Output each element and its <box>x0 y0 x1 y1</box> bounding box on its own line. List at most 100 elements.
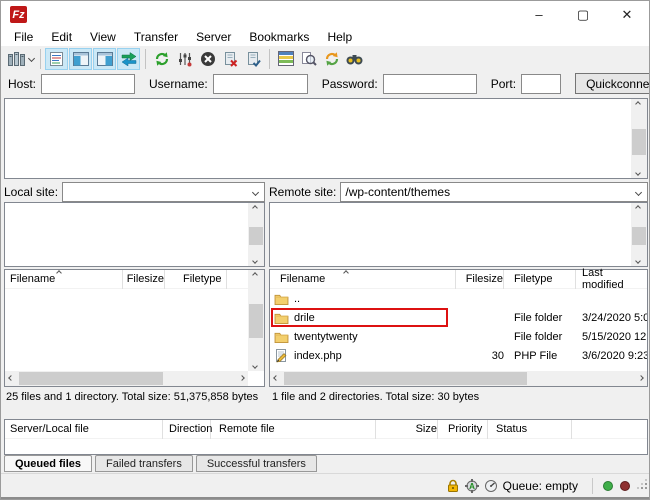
remote-file-row[interactable]: twentytwenty File folder 5/15/2020 12: <box>270 327 647 346</box>
scroll-right-icon[interactable] <box>239 375 245 381</box>
find-files-icon[interactable] <box>343 48 366 70</box>
tab-successful-transfers[interactable]: Successful transfers <box>196 455 317 472</box>
menu-transfer[interactable]: Transfer <box>125 28 187 46</box>
column-header-filetype[interactable]: Filetype <box>165 270 227 289</box>
statusbar-separator <box>592 478 593 494</box>
remote-site-label: Remote site: <box>269 185 336 199</box>
remote-site-combobox[interactable]: /wp-content/themes <box>340 182 648 202</box>
toggle-local-tree-icon[interactable] <box>69 48 92 70</box>
tab-failed-transfers[interactable]: Failed transfers <box>95 455 193 472</box>
resize-grip[interactable] <box>637 479 648 493</box>
scrollbar-thumb[interactable] <box>249 304 263 338</box>
quickconnect-bar: Host: Username: Password: Port: Quickcon… <box>1 71 649 96</box>
toolbar <box>1 46 649 71</box>
filter-icon[interactable] <box>274 48 297 70</box>
column-header-direction[interactable]: Direction <box>163 420 211 439</box>
minimize-button[interactable]: – <box>517 1 561 28</box>
remote-file-row-drile[interactable]: drile File folder 3/24/2020 5:0 <box>270 308 647 327</box>
folder-icon <box>274 331 289 343</box>
remote-file-list-pane[interactable]: Filename Filesize Filetype Last modified… <box>269 269 648 387</box>
column-header-last-modified[interactable]: Last modified <box>576 270 647 289</box>
menu-edit[interactable]: Edit <box>42 28 81 46</box>
directory-comparison-icon[interactable] <box>320 48 343 70</box>
quickconnect-button[interactable]: Quickconnect <box>575 73 650 94</box>
refresh-icon[interactable] <box>150 48 173 70</box>
chevron-down-icon[interactable] <box>635 189 642 196</box>
local-site-row: Local site: <box>4 182 265 202</box>
scrollbar-thumb[interactable] <box>19 372 163 385</box>
menu-view[interactable]: View <box>81 28 125 46</box>
menu-server[interactable]: Server <box>187 28 240 46</box>
transfer-mode-gear-icon[interactable]: A <box>465 479 479 493</box>
menu-bookmarks[interactable]: Bookmarks <box>240 28 318 46</box>
close-button[interactable]: ✕ <box>605 1 649 28</box>
remote-file-row[interactable]: index.php 30 PHP File 3/6/2020 9:23 <box>270 346 647 365</box>
column-header-filesize[interactable]: Filesize <box>456 270 504 289</box>
remote-list-hscrollbar[interactable] <box>270 371 647 386</box>
column-header-filename[interactable]: Filename <box>5 270 123 289</box>
local-list-hscrollbar[interactable] <box>5 371 248 386</box>
lock-icon[interactable] <box>446 479 460 493</box>
column-header-filename[interactable]: Filename <box>270 270 456 289</box>
menu-help[interactable]: Help <box>318 28 361 46</box>
username-input[interactable] <box>213 74 308 94</box>
maximize-button[interactable]: ▢ <box>561 1 605 28</box>
port-input[interactable] <box>521 74 561 94</box>
site-manager-icon[interactable] <box>6 48 36 70</box>
file-name: .. <box>294 293 300 305</box>
site-manager-dropdown-icon[interactable] <box>28 55 35 62</box>
reconnect-icon[interactable] <box>242 48 265 70</box>
title-bar[interactable]: Fz – ▢ ✕ <box>1 1 649 28</box>
toggle-remote-tree-icon[interactable] <box>93 48 116 70</box>
column-header-spacer <box>572 420 647 439</box>
scroll-down-icon[interactable] <box>252 258 258 264</box>
local-tree-scrollbar[interactable] <box>248 203 264 266</box>
scroll-left-icon[interactable] <box>273 375 279 381</box>
scroll-down-icon[interactable] <box>635 170 641 176</box>
scroll-down-icon[interactable] <box>252 363 258 369</box>
toolbar-separator <box>269 49 270 69</box>
host-input[interactable] <box>41 74 135 94</box>
local-tree-pane[interactable] <box>4 202 265 267</box>
column-header-filetype[interactable]: Filetype <box>504 270 576 289</box>
scrollbar-thumb[interactable] <box>632 227 646 245</box>
column-header-status[interactable]: Status <box>488 420 572 439</box>
disconnect-icon[interactable] <box>219 48 242 70</box>
scrollbar-thumb[interactable] <box>632 129 646 155</box>
scroll-up-icon[interactable] <box>635 101 641 107</box>
file-search-icon[interactable] <box>297 48 320 70</box>
speed-limits-gauge-icon[interactable] <box>484 479 498 493</box>
message-log-scrollbar[interactable] <box>631 99 647 178</box>
scroll-up-icon[interactable] <box>635 205 641 211</box>
remote-tree-scrollbar[interactable] <box>631 203 647 266</box>
scrollbar-thumb[interactable] <box>284 372 527 385</box>
local-site-combobox[interactable] <box>62 182 265 202</box>
local-list-vscrollbar[interactable] <box>248 270 264 371</box>
remote-file-row[interactable]: .. <box>270 289 647 308</box>
column-header-filesize[interactable]: Filesize <box>123 270 165 289</box>
menu-file[interactable]: File <box>5 28 42 46</box>
queue-status-text: Queue: empty <box>503 479 578 493</box>
scroll-down-icon[interactable] <box>635 258 641 264</box>
remote-list-header: Filename Filesize Filetype Last modified <box>270 270 647 289</box>
scroll-up-icon[interactable] <box>252 205 258 211</box>
password-input[interactable] <box>383 74 477 94</box>
scrollbar-thumb[interactable] <box>249 227 263 245</box>
scroll-right-icon[interactable] <box>638 375 644 381</box>
synchronized-browsing-icon[interactable] <box>117 48 140 70</box>
transfer-queue-pane[interactable]: Server/Local file Direction Remote file … <box>4 419 648 455</box>
tab-queued-files[interactable]: Queued files <box>4 455 92 472</box>
scroll-left-icon[interactable] <box>8 375 14 381</box>
column-header-size[interactable]: Size <box>376 420 438 439</box>
column-header-remote-file[interactable]: Remote file <box>211 420 376 439</box>
toggle-message-log-icon[interactable] <box>45 48 68 70</box>
process-queue-icon[interactable] <box>173 48 196 70</box>
scroll-up-icon[interactable] <box>252 272 258 278</box>
column-header-priority[interactable]: Priority <box>438 420 488 439</box>
chevron-down-icon[interactable] <box>252 189 259 196</box>
local-file-list-pane[interactable]: Filename Filesize Filetype <box>4 269 265 387</box>
file-last-modified: 3/6/2020 9:23 <box>576 350 647 362</box>
cancel-icon[interactable] <box>196 48 219 70</box>
column-header-server-local-file[interactable]: Server/Local file <box>5 420 163 439</box>
remote-tree-pane[interactable] <box>269 202 648 267</box>
